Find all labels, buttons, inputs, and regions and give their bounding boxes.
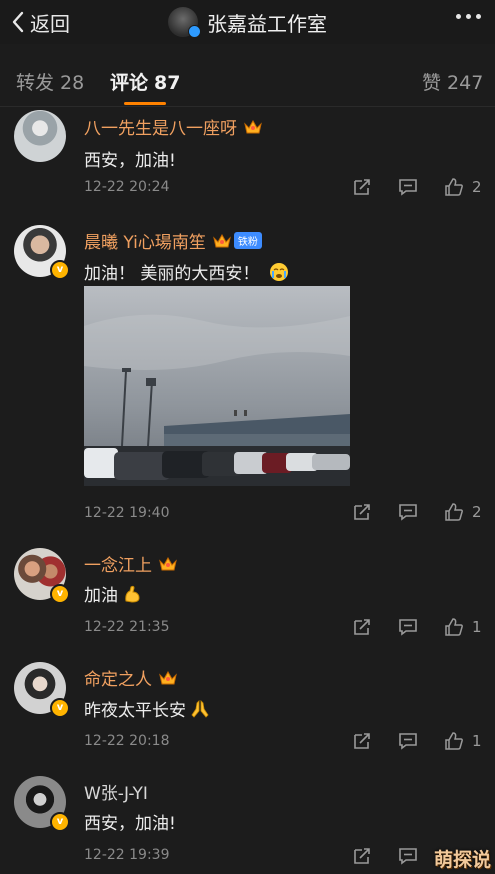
flexed-biceps-icon (125, 585, 140, 603)
comment-time: 12-22 20:18 (84, 733, 170, 749)
crying-emoji-icon (270, 262, 289, 281)
tab-count: 87 (154, 72, 181, 94)
parking-lot-photo (84, 286, 350, 486)
comment-actions: 2 (345, 177, 495, 199)
comment-photo[interactable] (84, 286, 350, 486)
comment-time: 12-22 20:24 (84, 179, 170, 195)
tab-reposts[interactable]: 转发 28 (16, 68, 84, 95)
avatar[interactable] (14, 110, 66, 162)
tab-count: 28 (60, 72, 85, 94)
crown-icon (159, 556, 177, 570)
watermark: 萌探说 (433, 849, 491, 871)
comment-text: 西安，加油! (84, 151, 176, 171)
tab-label: 转发 (16, 72, 55, 94)
forward-icon[interactable] (352, 731, 372, 751)
comment-actions: 1 (345, 617, 495, 639)
verified-badge-icon: v (50, 260, 70, 280)
like-count: 1 (472, 618, 482, 636)
verified-badge-icon: v (50, 812, 70, 832)
comment-icon[interactable] (398, 617, 418, 637)
praying-hands-icon (191, 699, 209, 718)
like-count: 2 (472, 503, 482, 521)
top-bar: 返回 张嘉益工作室 (0, 0, 495, 44)
tab-likes[interactable]: 赞 247 (422, 68, 483, 95)
tab-label: 赞 (422, 72, 442, 94)
comment-time: 12-22 19:40 (84, 505, 170, 521)
page-title-area[interactable]: 张嘉益工作室 (168, 4, 327, 40)
comment-icon[interactable] (398, 177, 418, 197)
forward-icon[interactable] (352, 177, 372, 197)
comment-item: v 一念江上 加油 12-22 21:35 1 (0, 540, 495, 650)
like-count: 1 (472, 732, 482, 750)
comment-text: 西安，加油! (84, 814, 176, 834)
back-label: 返回 (30, 11, 70, 36)
verified-badge-icon: v (50, 584, 70, 604)
forward-icon[interactable] (352, 502, 372, 522)
tab-count: 247 (447, 72, 484, 94)
comment-actions: 1 (345, 731, 495, 753)
verified-badge-icon (188, 25, 201, 38)
thumbs-up-icon[interactable] (444, 731, 464, 751)
comment-item: v 命定之人 昨夜太平长安 12-22 20:18 1 (0, 650, 495, 762)
comment-item: 八一先生是八一座呀 西安，加油! 12-22 20:24 2 (0, 106, 495, 210)
crown-icon (244, 119, 262, 133)
back-button[interactable]: 返回 (10, 7, 70, 37)
comment-username[interactable]: 一念江上 (84, 551, 178, 576)
thumbs-up-icon[interactable] (444, 177, 464, 197)
thumbs-up-icon[interactable] (444, 502, 464, 522)
comment-username[interactable]: 晨曦 Yi心瑒南笙 铁粉 (84, 228, 262, 253)
fan-badge: 铁粉 (233, 232, 262, 249)
comment-text: 加油！ 美丽的大西安！ (84, 259, 289, 284)
comment-text: 昨夜太平长安 (84, 696, 210, 721)
like-count: 2 (472, 178, 482, 196)
tab-active-indicator (124, 102, 166, 105)
comment-actions: 2 (345, 502, 495, 524)
chevron-left-icon (12, 11, 24, 33)
thumbs-up-icon[interactable] (444, 617, 464, 637)
tab-bar: 转发 28 评论 87 赞 247 (0, 44, 495, 107)
more-dots-icon[interactable] (456, 14, 481, 19)
comment-username[interactable]: W张-J-YI (84, 779, 148, 804)
avatar (168, 7, 201, 38)
forward-icon[interactable] (352, 846, 372, 866)
comment-item: v W张-J-YI 西安，加油! 12-22 19:39 (0, 762, 495, 874)
comment-username[interactable]: 命定之人 (84, 665, 178, 690)
crown-icon (159, 670, 177, 684)
comment-text: 加油 (84, 581, 142, 606)
tab-comments[interactable]: 评论 87 (110, 68, 180, 95)
comment-icon[interactable] (398, 731, 418, 751)
page-title: 张嘉益工作室 (207, 11, 327, 36)
tab-label: 评论 (110, 72, 149, 94)
comment-icon[interactable] (398, 502, 418, 522)
comment-item: v 晨曦 Yi心瑒南笙 铁粉 加油！ 美丽的大西安！ 12-22 19:40 2 (0, 210, 495, 540)
forward-icon[interactable] (352, 617, 372, 637)
verified-badge-icon: v (50, 698, 70, 718)
comment-time: 12-22 21:35 (84, 619, 170, 635)
comment-time: 12-22 19:39 (84, 847, 170, 863)
comment-icon[interactable] (398, 846, 418, 866)
comment-username[interactable]: 八一先生是八一座呀 (84, 114, 263, 139)
crown-icon (213, 233, 231, 247)
